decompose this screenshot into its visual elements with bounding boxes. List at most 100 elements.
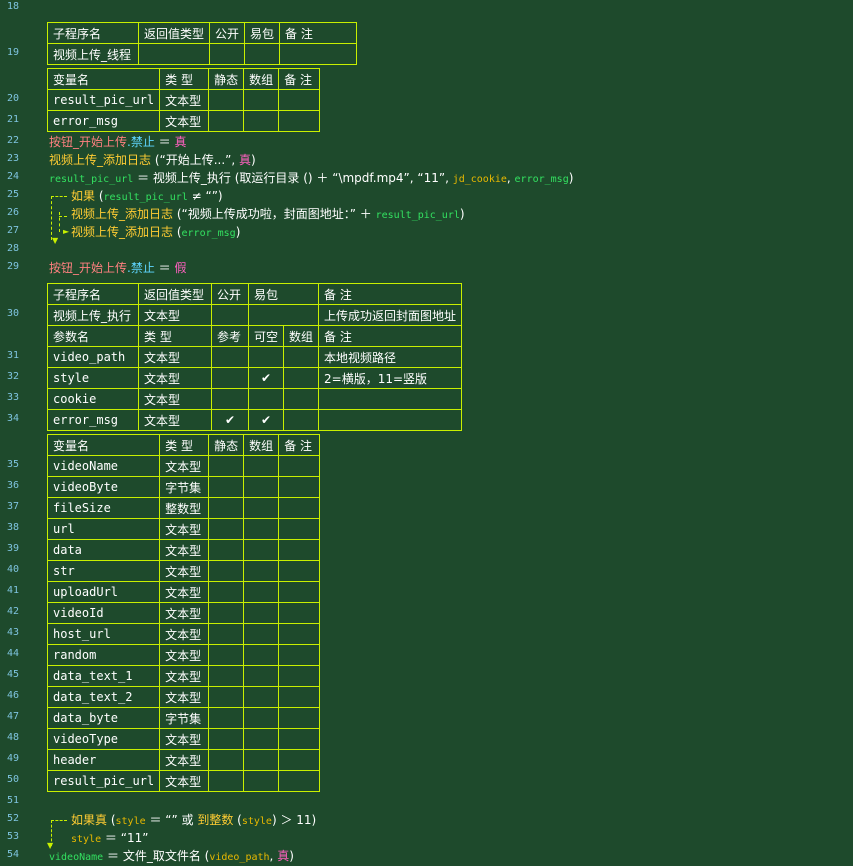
table-row[interactable]: videoId 文本型 xyxy=(46,602,321,624)
var-name[interactable]: header xyxy=(46,749,161,771)
var-type[interactable]: 文本型 xyxy=(159,749,210,771)
var-name[interactable]: error_msg xyxy=(46,110,161,132)
code-line[interactable]: 按钮_开始上传.禁止 ＝ 真 xyxy=(49,134,187,150)
public-cell[interactable] xyxy=(211,304,249,326)
note-cell[interactable]: 本地视频路径 xyxy=(318,346,463,368)
var-type[interactable]: 文本型 xyxy=(159,665,210,687)
array-cell[interactable] xyxy=(243,707,280,729)
var-type[interactable]: 文本型 xyxy=(159,455,210,477)
subroutine-name[interactable]: 视频上传_执行 xyxy=(47,304,139,326)
param-name[interactable]: error_msg xyxy=(47,409,139,431)
ref-cell[interactable] xyxy=(211,388,249,410)
param-type[interactable]: 文本型 xyxy=(138,388,212,410)
note-cell[interactable] xyxy=(279,43,358,65)
code-line[interactable]: 视频上传_添加日志 (error_msg) xyxy=(71,224,240,240)
note-cell[interactable] xyxy=(278,686,321,708)
param-name[interactable]: style xyxy=(47,367,139,389)
ref-cell[interactable] xyxy=(211,367,249,389)
note-cell[interactable] xyxy=(278,560,321,582)
table-row[interactable]: style 文本型 ✔ 2=横版，11=竖版 xyxy=(47,367,463,389)
var-name[interactable]: result_pic_url xyxy=(46,89,161,111)
static-cell[interactable] xyxy=(208,623,245,645)
array-cell[interactable] xyxy=(243,623,280,645)
subroutine-name[interactable]: 视频上传_线程 xyxy=(47,43,139,65)
var-type[interactable]: 文本型 xyxy=(159,644,210,666)
static-cell[interactable] xyxy=(208,476,245,498)
table-row[interactable]: uploadUrl 文本型 xyxy=(46,581,321,603)
param-type[interactable]: 文本型 xyxy=(138,409,212,431)
var-name[interactable]: host_url xyxy=(46,623,161,645)
table-row[interactable]: result_pic_url 文本型 xyxy=(46,89,321,111)
optional-cell[interactable] xyxy=(247,388,285,410)
code-line[interactable]: 按钮_开始上传.禁止 ＝ 假 xyxy=(49,260,187,276)
var-type[interactable]: 文本型 xyxy=(159,623,210,645)
var-name[interactable]: videoName xyxy=(46,455,161,477)
table-row[interactable]: data 文本型 xyxy=(46,539,321,561)
table-row[interactable]: data_byte 字节集 xyxy=(46,707,321,729)
note-cell[interactable]: 上传成功返回封面图地址 xyxy=(318,304,463,326)
var-type[interactable]: 文本型 xyxy=(159,518,210,540)
static-cell[interactable] xyxy=(208,497,245,519)
epkg-cell[interactable] xyxy=(247,304,320,326)
var-name[interactable]: url xyxy=(46,518,161,540)
table-row[interactable]: random 文本型 xyxy=(46,644,321,666)
static-cell[interactable] xyxy=(208,560,245,582)
array-cell[interactable] xyxy=(243,476,280,498)
table-row[interactable]: data_text_2 文本型 xyxy=(46,686,321,708)
static-cell[interactable] xyxy=(208,602,245,624)
var-name[interactable]: data_byte xyxy=(46,707,161,729)
note-cell[interactable] xyxy=(278,110,321,132)
table-row[interactable]: videoName 文本型 xyxy=(46,455,321,477)
var-type[interactable]: 文本型 xyxy=(159,110,210,132)
var-type[interactable]: 字节集 xyxy=(159,476,210,498)
table-row[interactable]: data_text_1 文本型 xyxy=(46,665,321,687)
static-cell[interactable] xyxy=(208,455,245,477)
optional-cell[interactable]: ✔ xyxy=(247,409,285,431)
table-row[interactable]: video_path 文本型 本地视频路径 xyxy=(47,346,463,368)
note-cell[interactable] xyxy=(318,388,463,410)
array-cell[interactable] xyxy=(283,346,320,368)
static-cell[interactable] xyxy=(208,518,245,540)
var-name[interactable]: random xyxy=(46,644,161,666)
array-cell[interactable] xyxy=(283,367,320,389)
array-cell[interactable] xyxy=(243,686,280,708)
table-row[interactable]: fileSize 整数型 xyxy=(46,497,321,519)
note-cell[interactable] xyxy=(278,665,321,687)
var-name[interactable]: data_text_2 xyxy=(46,686,161,708)
array-cell[interactable] xyxy=(243,749,280,771)
table-row[interactable]: videoType 文本型 xyxy=(46,728,321,750)
code-line[interactable]: 如果 (result_pic_url ≠ “”) xyxy=(71,188,223,204)
table-row[interactable]: header 文本型 xyxy=(46,749,321,771)
note-cell[interactable] xyxy=(278,602,321,624)
array-cell[interactable] xyxy=(243,665,280,687)
static-cell[interactable] xyxy=(208,665,245,687)
array-cell[interactable] xyxy=(243,89,280,111)
table-row[interactable]: videoByte 字节集 xyxy=(46,476,321,498)
optional-cell[interactable] xyxy=(247,346,285,368)
array-cell[interactable] xyxy=(243,728,280,750)
var-type[interactable]: 文本型 xyxy=(159,581,210,603)
table-row[interactable]: str 文本型 xyxy=(46,560,321,582)
var-type[interactable]: 整数型 xyxy=(159,497,210,519)
note-cell[interactable] xyxy=(278,623,321,645)
param-type[interactable]: 文本型 xyxy=(138,346,212,368)
code-line[interactable]: style ＝ “11” xyxy=(71,830,148,846)
note-cell[interactable] xyxy=(278,749,321,771)
return-type[interactable]: 文本型 xyxy=(138,304,212,326)
ref-cell[interactable]: ✔ xyxy=(211,409,249,431)
static-cell[interactable] xyxy=(208,539,245,561)
note-cell[interactable] xyxy=(278,497,321,519)
note-cell[interactable] xyxy=(278,728,321,750)
static-cell[interactable] xyxy=(208,728,245,750)
array-cell[interactable] xyxy=(243,644,280,666)
var-name[interactable]: fileSize xyxy=(46,497,161,519)
var-type[interactable]: 文本型 xyxy=(159,770,210,792)
static-cell[interactable] xyxy=(208,110,245,132)
array-cell[interactable] xyxy=(283,409,320,431)
var-name[interactable]: videoId xyxy=(46,602,161,624)
optional-cell[interactable]: ✔ xyxy=(247,367,285,389)
epkg-cell[interactable] xyxy=(244,43,281,65)
public-cell[interactable] xyxy=(209,43,246,65)
table-row[interactable]: error_msg 文本型 ✔ ✔ xyxy=(47,409,463,431)
static-cell[interactable] xyxy=(208,770,245,792)
